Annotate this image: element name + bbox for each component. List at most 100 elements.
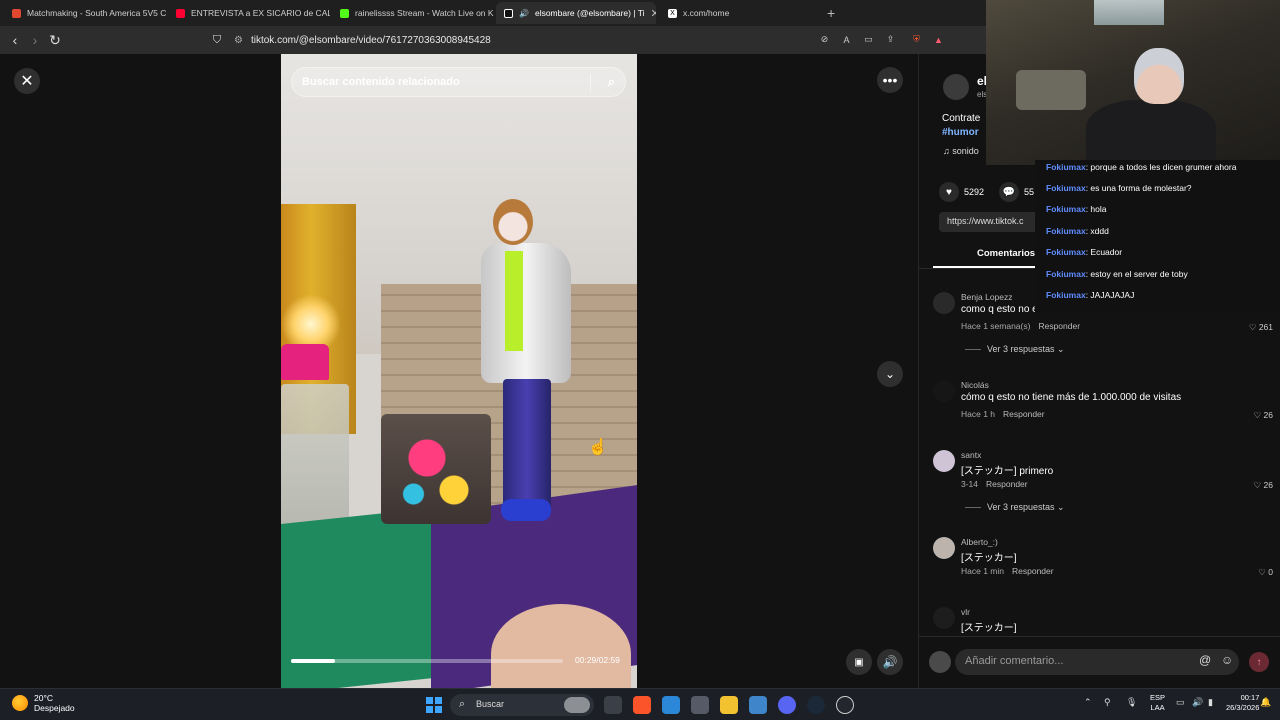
hashtag-link[interactable]: #humor: [942, 126, 980, 140]
comment-count: 55: [1024, 187, 1035, 197]
weather-icon: [12, 695, 28, 711]
tray-overflow-icon[interactable]: ⌃: [1084, 697, 1092, 708]
translate-icon[interactable]: A: [840, 33, 853, 46]
speaker-icon: 🔊: [519, 8, 529, 18]
tab-x[interactable]: X x.com/home: [660, 2, 822, 24]
avatar[interactable]: [933, 380, 955, 402]
sound-link[interactable]: ♫ sonido: [943, 146, 979, 156]
more-options-button[interactable]: •••: [877, 67, 903, 93]
emoji-icon[interactable]: ☺: [1221, 653, 1233, 667]
related-search-input[interactable]: Buscar contenido relacionado ⌕: [291, 67, 626, 97]
video-player[interactable]: Buscar contenido relacionado ⌕ 00:29/02:…: [281, 54, 637, 688]
tab-label: rainelissss Stream - Watch Live on Ki: [355, 8, 494, 18]
chat-message: Fokiumax: hola: [1046, 204, 1107, 214]
tiktok-icon: [504, 8, 513, 18]
volume-button[interactable]: 🔊: [877, 649, 903, 675]
obs-icon[interactable]: [836, 696, 854, 714]
author-avatar[interactable]: [943, 74, 969, 100]
comment-like-button[interactable]: ♡ 0: [1258, 567, 1273, 578]
search-icon[interactable]: ⌕: [608, 74, 615, 90]
next-video-button[interactable]: ⌄: [877, 361, 903, 387]
screen: { "browser": { "tabs": [ {"label": "Matc…: [0, 0, 1280, 720]
tab-youtube[interactable]: ENTREVISTA a EX SICARIO de CALI -: [168, 2, 330, 24]
comment-input[interactable]: Añadir comentario...: [955, 649, 1239, 675]
brave-shield-icon[interactable]: ⛨: [910, 33, 923, 46]
site-info-icon[interactable]: ⚙: [234, 35, 243, 46]
comment-like-button[interactable]: ♡ 26: [1254, 480, 1273, 491]
comment-like-button[interactable]: ♡ 26: [1254, 410, 1273, 421]
notification-icon[interactable]: 🔔: [1260, 697, 1271, 708]
chat-message: Fokiumax: es una forma de molestar?: [1046, 183, 1192, 193]
no-translate-icon[interactable]: ⊘: [818, 33, 831, 46]
calculator-icon[interactable]: [691, 696, 709, 714]
file-explorer-icon[interactable]: [720, 696, 738, 714]
chat-message: Fokiumax: estoy en el server de toby: [1046, 269, 1188, 279]
close-tab-icon[interactable]: ✕: [651, 7, 656, 20]
floating-player-button[interactable]: ▣: [846, 649, 872, 675]
video-progress-bar[interactable]: [291, 659, 563, 663]
discord-icon[interactable]: [778, 696, 796, 714]
microphone-icon[interactable]: 🎙: [1126, 697, 1137, 708]
close-video-button[interactable]: ✕: [14, 68, 40, 94]
avatar[interactable]: [933, 450, 955, 472]
app-icon[interactable]: [749, 696, 767, 714]
tab-comments[interactable]: Comentarios: [977, 248, 1035, 259]
tab-tiktok[interactable]: 🔊 elsombare (@elsombare) | Ti ✕: [496, 2, 656, 24]
tray-icon[interactable]: ⚲: [1104, 697, 1111, 708]
language-indicator[interactable]: ESP LAA: [1150, 693, 1165, 713]
steam-icon[interactable]: [807, 696, 825, 714]
taskbar-search[interactable]: ⌕ Buscar: [450, 694, 594, 716]
reply-button[interactable]: Responder: [1012, 566, 1054, 576]
tab-label: ENTREVISTA a EX SICARIO de CALI -: [191, 8, 330, 18]
comment-button[interactable]: 💬 55: [999, 182, 1034, 202]
webcam-overlay: [986, 0, 1280, 165]
like-count: 5292: [964, 187, 985, 197]
new-tab-button[interactable]: +: [827, 5, 835, 21]
volume-icon[interactable]: 🔊: [1192, 697, 1203, 708]
send-comment-button[interactable]: ↑: [1249, 652, 1269, 672]
comment-like-button[interactable]: ♡ 261: [1249, 322, 1273, 333]
brave-browser-icon[interactable]: [633, 696, 651, 714]
bookmark-icon[interactable]: ⛉: [208, 31, 226, 49]
kick-icon: [340, 8, 349, 18]
tab-kick[interactable]: rainelissss Stream - Watch Live on Ki: [332, 2, 494, 24]
tab-label: x.com/home: [683, 8, 730, 18]
view-replies-button[interactable]: Ver 3 respuestas ⌄: [965, 502, 1065, 513]
avatar[interactable]: [933, 607, 955, 629]
mention-icon[interactable]: @: [1199, 653, 1211, 667]
reply-button[interactable]: Responder: [1003, 409, 1045, 419]
url-text: tiktok.com/@elsombare/video/761727036300…: [250, 34, 491, 46]
video-viewer: ✕ Buscar contenido relacionado ⌕ 00:29/0…: [0, 54, 918, 688]
streamer-face: [1134, 48, 1184, 104]
x-icon: X: [668, 8, 677, 18]
tab-matchmaking[interactable]: Matchmaking - South America 5V5 C: [4, 2, 166, 24]
task-view-icon[interactable]: [604, 696, 622, 714]
back-button[interactable]: ‹: [6, 31, 24, 49]
video-time: 00:29/02:59: [575, 655, 620, 665]
battery-icon[interactable]: ▮: [1208, 697, 1213, 708]
view-replies-button[interactable]: Ver 3 respuestas ⌄: [965, 344, 1065, 355]
reply-button[interactable]: Responder: [986, 479, 1028, 489]
like-button[interactable]: ♥ 5292: [939, 182, 984, 202]
reload-button[interactable]: ↻: [46, 31, 64, 49]
notepad-icon[interactable]: [662, 696, 680, 714]
share-icon[interactable]: ⇪: [884, 33, 897, 46]
avatar[interactable]: [933, 292, 955, 314]
avatar[interactable]: [933, 537, 955, 559]
copy-link-field[interactable]: https://www.tiktok.c: [939, 212, 1049, 232]
chat-message: Fokiumax: Ecuador: [1046, 247, 1123, 257]
video-description: Contrate #humor: [942, 113, 981, 140]
brave-rewards-icon[interactable]: ▲: [932, 33, 945, 46]
start-button[interactable]: [426, 697, 442, 713]
chat-message: Fokiumax: JAJAJAJAJ: [1046, 290, 1135, 300]
reply-button[interactable]: Responder: [1038, 321, 1080, 331]
clock[interactable]: 00:17 26/3/2026: [1226, 693, 1259, 713]
stream-chat-overlay: Fokiumax: porque a todos les dicen grume…: [1035, 160, 1280, 312]
clown-figure: [481, 199, 571, 539]
weather-widget[interactable]: 20°C Despejado: [12, 693, 75, 713]
progress-fill: [291, 659, 335, 663]
network-icon[interactable]: ▭: [1176, 697, 1185, 708]
tab-label: elsombare (@elsombare) | Ti: [534, 8, 645, 18]
cast-icon[interactable]: ▭: [862, 33, 875, 46]
forward-button[interactable]: ›: [26, 31, 44, 49]
